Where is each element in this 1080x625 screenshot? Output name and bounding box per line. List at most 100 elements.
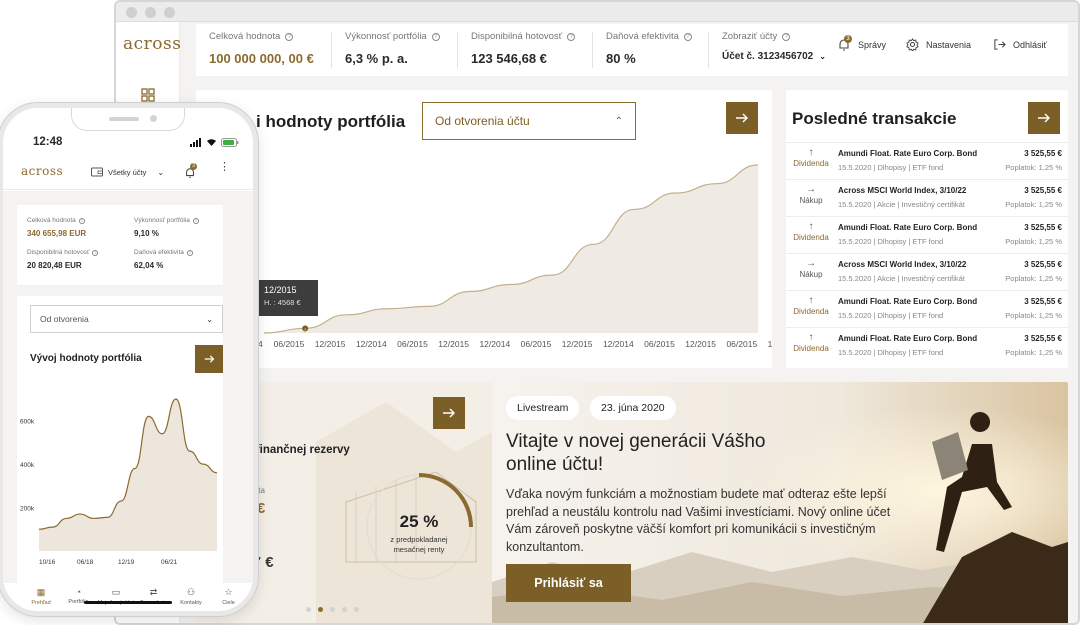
grid-icon: ▦ <box>36 587 46 597</box>
transaction-row[interactable]: → Nákup Across MSCI World Index, 3/10/22 … <box>786 253 1068 290</box>
nav-logout[interactable]: Odhlásiť <box>993 38 1047 51</box>
info-icon[interactable]: ? <box>92 249 99 256</box>
transaction-row[interactable]: ↑ Dividenda Amundi Float. Rate Euro Corp.… <box>786 216 1068 253</box>
arrow-up-icon: ↑ <box>808 221 814 232</box>
mobile-stat: Daňová efektivita? 62,04 % <box>134 249 193 270</box>
tab-label: Ciele <box>222 600 235 606</box>
stat-label: Celková hodnota <box>209 31 281 42</box>
x-tick-label: 06/2015 <box>644 339 675 349</box>
x-tick-label: 12/2014 <box>479 339 510 349</box>
info-icon[interactable]: ? <box>567 32 576 41</box>
mobile-stat-label: Daňová efektivita <box>134 249 184 256</box>
info-icon[interactable]: ? <box>285 32 294 41</box>
nav-settings[interactable]: Nastavenia <box>906 38 971 51</box>
pager-dot[interactable] <box>318 607 323 612</box>
window-maximize-dot[interactable] <box>164 7 175 18</box>
gauge-percent: 25 % <box>399 512 439 531</box>
x-tick-label: 12/2015 <box>685 339 716 349</box>
login-button[interactable]: Prihlásiť sa <box>506 564 631 602</box>
info-icon[interactable]: ? <box>192 217 199 224</box>
window-titlebar <box>116 2 1078 22</box>
mobile-stat-value: 20 820,48 EUR <box>27 261 82 270</box>
transaction-row[interactable]: → Nákup Across MSCI World Index, 3/10/22 … <box>786 179 1068 216</box>
pager-dot[interactable] <box>306 607 311 612</box>
transaction-type-label: Nákup <box>799 196 823 205</box>
pager-dot[interactable] <box>330 607 335 612</box>
transaction-name: Across MSCI World Index, 3/10/22 <box>838 260 967 269</box>
x-tick-label: 12/2015 <box>768 339 772 349</box>
transaction-row[interactable]: ↑ Dividenda Amundi Float. Rate Euro Corp.… <box>786 142 1068 179</box>
livestream-chip[interactable]: Livestream <box>506 396 580 420</box>
chevron-down-icon[interactable]: ⌄ <box>819 52 826 61</box>
transaction-type: ↑ Dividenda <box>786 332 836 353</box>
reserve-open-button[interactable] <box>433 397 465 429</box>
transaction-row[interactable]: ↑ Dividenda Amundi Float. Rate Euro Corp.… <box>786 290 1068 327</box>
status-icons <box>190 138 239 147</box>
info-icon[interactable]: ? <box>431 32 440 41</box>
nav-label: Odhlásiť <box>1013 39 1047 50</box>
transaction-amount: 3 525,55 € <box>1024 334 1062 343</box>
stat-value: 123 546,68 € <box>471 51 547 66</box>
wallet-icon: ▭ <box>111 587 121 597</box>
transactions-title: Posledné transakcie <box>792 109 957 128</box>
mobile-period-dropdown[interactable]: Od otvorenia ⌄ <box>30 305 223 333</box>
transactions-card: Posledné transakcie ↑ Dividenda Amundi Fl… <box>786 90 1068 368</box>
date-chip: 23. júna 2020 <box>590 396 676 420</box>
transaction-detail: 15.5.2020 | Dlhopisy | ETF fond <box>838 348 944 357</box>
info-icon[interactable]: ? <box>782 32 791 41</box>
info-icon[interactable]: ? <box>186 249 193 256</box>
stat-performance: Výkonnosť portfólia? 6,3 % p. a. <box>345 31 440 66</box>
grid-icon[interactable] <box>141 88 155 102</box>
mobile-stat-label: Výkonnosť portfólia <box>134 217 190 224</box>
brand-logo[interactable]: across <box>21 164 63 178</box>
transaction-name: Amundi Float. Rate Euro Corp. Bond <box>838 334 978 343</box>
x-tick-label: 10/16 <box>39 559 56 566</box>
mobile-content: Celková hodnota? 340 655,98 EUR Výkonnos… <box>3 191 253 583</box>
transaction-row[interactable]: ↑ Dividenda Amundi Float. Rate Euro Corp.… <box>786 327 1068 364</box>
mobile-chart-open-button[interactable] <box>195 345 223 373</box>
y-tick-label: 400k <box>20 462 35 469</box>
nav-label: Nastavenia <box>926 39 972 50</box>
stat-label: Výkonnosť portfólia <box>345 31 427 42</box>
portfolio-area-chart: 14 06/2015 12/2015 12/2014 06/2015 12/2015 12/… <box>253 164 772 349</box>
mobile-device: 12:48 across Všetky účty ⌄ 3 ⋮ Celková h… <box>0 103 258 616</box>
transactions-open-button[interactable] <box>1028 102 1060 134</box>
info-icon[interactable]: ? <box>683 32 692 41</box>
bell-icon: 3 <box>837 35 852 52</box>
tab-kontakty[interactable]: ⚇ Kontakty <box>171 587 211 606</box>
mobile-area-chart: 600k 400k 200k 10/16 06/18 12/19 06/21 <box>20 398 218 566</box>
brand-logo[interactable]: across <box>123 34 181 54</box>
account-selector[interactable]: Zobraziť účty? Účet č. 3123456702 ⌄ <box>722 31 826 62</box>
transaction-type: ↑ Dividenda <box>786 147 836 168</box>
transaction-type: → Nákup <box>786 258 836 279</box>
x-tick-label: 12/2015 <box>438 339 469 349</box>
window-close-dot[interactable] <box>126 7 137 18</box>
tab-prehľad[interactable]: ▦ Prehľad <box>21 587 61 606</box>
accounts-switcher[interactable]: Všetky účty ⌄ <box>91 167 164 177</box>
nav-messages[interactable]: 3 Správy <box>837 35 886 52</box>
contacts-icon: ⚇ <box>186 587 196 597</box>
transaction-type: → Nákup <box>786 184 836 205</box>
notification-badge: 3 <box>190 163 197 170</box>
swap-icon: ⇄ <box>149 587 158 597</box>
stat-total-value: Celková hodnota? 100 000 000, 00 € <box>209 31 314 66</box>
x-tick-label: 06/18 <box>77 559 94 566</box>
more-menu-icon[interactable]: ⋮ <box>219 162 230 173</box>
transaction-amount: 3 525,55 € <box>1024 260 1062 269</box>
tab-ciele[interactable]: ☆ Ciele <box>209 587 249 606</box>
pie-icon: ◔ <box>75 587 82 597</box>
pager-dot[interactable] <box>354 607 359 612</box>
info-icon[interactable]: ? <box>78 217 85 224</box>
summary-bar: Celková hodnota? 100 000 000, 00 € Výkon… <box>196 24 1068 76</box>
hero-banner: Livestream 23. júna 2020 Vitajte v novej… <box>492 382 1068 623</box>
star-icon: ☆ <box>224 587 233 597</box>
x-tick-label: 12/19 <box>118 559 135 566</box>
window-minimize-dot[interactable] <box>145 7 156 18</box>
stat-cash: Disponibilná hotovosť? 123 546,68 € <box>471 31 576 66</box>
transaction-amount: 3 525,55 € <box>1024 223 1062 232</box>
phone-notch <box>71 108 185 131</box>
arrow-right-icon <box>443 408 455 418</box>
pager-dot[interactable] <box>342 607 347 612</box>
bell-icon[interactable]: 3 <box>184 163 198 180</box>
home-indicator <box>84 601 172 604</box>
